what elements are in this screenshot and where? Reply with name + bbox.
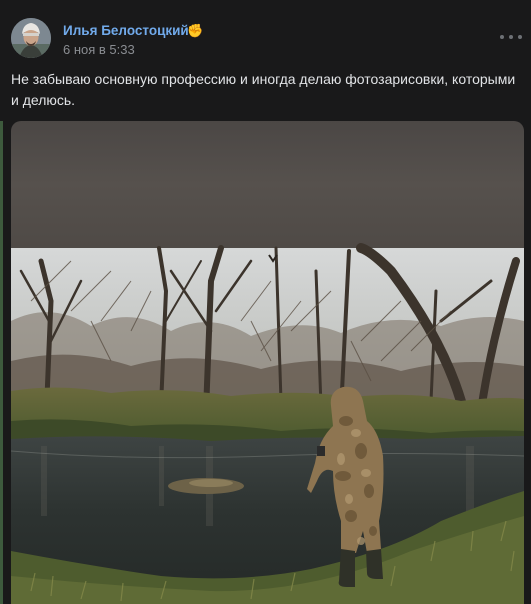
more-horizontal-icon xyxy=(500,35,504,39)
more-options-button[interactable] xyxy=(500,30,522,44)
more-dot xyxy=(518,35,522,39)
wall-post: Илья Белостоцкий ✊ 6 ноя в 5:33 Не забыв… xyxy=(0,0,531,604)
more-dot xyxy=(509,35,513,39)
photo-image xyxy=(11,121,524,604)
author-avatar[interactable] xyxy=(11,18,51,58)
post-date-link[interactable]: 6 ноя в 5:33 xyxy=(63,42,135,57)
post-photo[interactable] xyxy=(11,121,524,604)
post-text: Не забываю основную профессию и иногда д… xyxy=(11,71,516,108)
author-name-link[interactable]: Илья Белостоцкий xyxy=(63,23,189,38)
post-accent-bar xyxy=(0,121,3,604)
fist-emoji-icon: ✊ xyxy=(187,23,204,38)
